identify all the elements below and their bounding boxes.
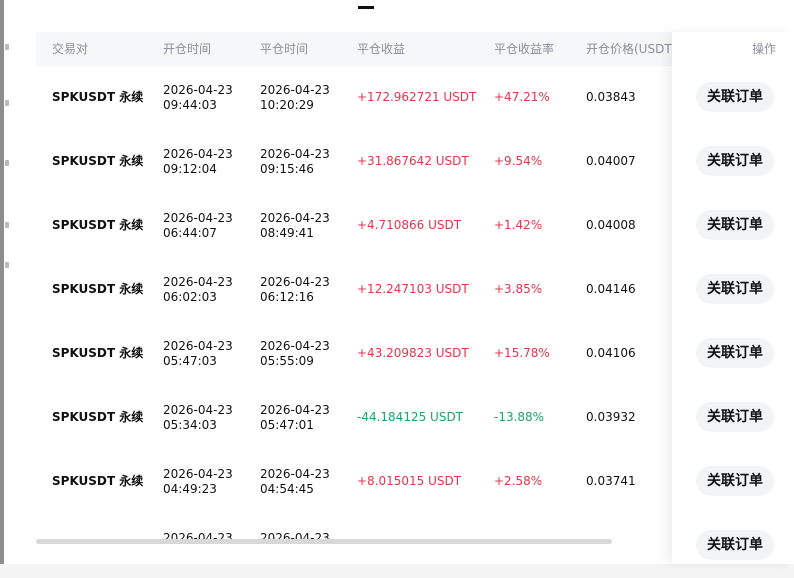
open-time-cell: 05:47:03: [163, 354, 217, 368]
open-price-cell: 0.03741: [586, 474, 636, 488]
close-date-cell: 2026-04-23: [260, 211, 330, 225]
close-date-cell: 2026-04-23: [260, 467, 330, 481]
open-price-cell: 0.04146: [586, 282, 636, 296]
close-time-cell: 05:47:01: [260, 418, 314, 432]
open-time-cell: 09:44:03: [163, 98, 217, 112]
related-order-button[interactable]: 关联订单: [696, 530, 774, 560]
pnl-rate-cell: +47.21%: [494, 90, 550, 104]
open-date-cell: 2026-04-23: [163, 275, 233, 289]
header-open-price: 开仓价格(USDT): [586, 42, 677, 56]
pnl-rate-cell: +1.42%: [494, 218, 543, 232]
related-order-button[interactable]: 关联订单: [696, 210, 774, 240]
close-date-cell: 2026-04-23: [260, 339, 330, 353]
open-time-cell: 04:49:23: [163, 482, 217, 496]
pnl-rate-cell: +3.85%: [494, 282, 543, 296]
close-time-cell: 08:49:41: [260, 226, 314, 240]
close-time-cell: 09:15:46: [260, 162, 314, 176]
header-action: 操作: [752, 42, 777, 56]
pair-cell: SPKUSDT 永续: [52, 218, 144, 232]
pnl-cell: -44.184125 USDT: [357, 410, 464, 424]
close-date-cell: 2026-04-23: [260, 275, 330, 289]
pnl-cell: +4.710866 USDT: [357, 218, 462, 232]
pair-cell: SPKUSDT 永续: [52, 154, 144, 168]
related-order-button[interactable]: 关联订单: [696, 338, 774, 368]
open-time-cell: 06:44:07: [163, 226, 217, 240]
pair-cell: SPKUSDT 永续: [52, 474, 144, 488]
open-time-cell: 09:12:04: [163, 162, 217, 176]
close-time-cell: 04:54:45: [260, 482, 314, 496]
pair-cell: SPKUSDT 永续: [52, 90, 144, 104]
pair-cell: SPKUSDT 永续: [52, 282, 144, 296]
open-price-cell: 0.04008: [586, 218, 636, 232]
open-date-cell: 2026-04-23: [163, 467, 233, 481]
pnl-rate-cell: +9.54%: [494, 154, 543, 168]
open-date-cell: 2026-04-23: [163, 403, 233, 417]
close-date-cell: 2026-04-23: [260, 147, 330, 161]
open-time-cell: 06:02:03: [163, 290, 217, 304]
open-price-cell: 0.04106: [586, 346, 636, 360]
pair-cell: SPKUSDT 永续: [52, 346, 144, 360]
close-time-cell: 10:20:29: [260, 98, 314, 112]
action-column: 操作 关联订单 关联订单 关联订单 关联订单 关联订单 关联订单 关联订单 关联订单: [672, 32, 794, 564]
horizontal-scrollbar[interactable]: [36, 539, 612, 544]
pnl-cell: +31.867642 USDT: [357, 154, 469, 168]
pair-cell: SPKUSDT 永续: [52, 410, 144, 424]
open-price-cell: 0.03843: [586, 90, 636, 104]
open-time-cell: 05:34:03: [163, 418, 217, 432]
related-order-button[interactable]: 关联订单: [696, 146, 774, 176]
open-date-cell: 2026-04-23: [163, 83, 233, 97]
pnl-rate-cell: +15.78%: [494, 346, 550, 360]
pnl-rate-cell: -13.88%: [494, 410, 545, 424]
pnl-cell: +43.209823 USDT: [357, 346, 469, 360]
pnl-rate-cell: +2.58%: [494, 474, 543, 488]
header-pair: 交易对: [52, 42, 89, 56]
related-order-button[interactable]: 关联订单: [696, 82, 774, 112]
header-pnl: 平仓收益: [357, 42, 406, 56]
drag-handle[interactable]: [358, 6, 374, 9]
background-page-glyph: [5, 44, 9, 50]
header-open-time: 开仓时间: [163, 42, 212, 56]
close-time-cell: 06:12:16: [260, 290, 314, 304]
related-order-button[interactable]: 关联订单: [696, 402, 774, 432]
close-time-cell: 05:55:09: [260, 354, 314, 368]
pnl-cell: +8.015015 USDT: [357, 474, 462, 488]
header-close-time: 平仓时间: [260, 42, 309, 56]
header-pnl-rate: 平仓收益率: [494, 42, 555, 56]
open-price-cell: 0.03932: [586, 410, 636, 424]
pnl-cell: +12.247103 USDT: [357, 282, 469, 296]
open-date-cell: 2026-04-23: [163, 147, 233, 161]
open-date-cell: 2026-04-23: [163, 211, 233, 225]
close-date-cell: 2026-04-23: [260, 83, 330, 97]
related-order-button[interactable]: 关联订单: [696, 274, 774, 304]
open-date-cell: 2026-04-23: [163, 339, 233, 353]
related-order-button[interactable]: 关联订单: [696, 466, 774, 496]
close-date-cell: 2026-04-23: [260, 403, 330, 417]
open-price-cell: 0.04007: [586, 154, 636, 168]
pnl-cell: +172.962721 USDT: [357, 90, 477, 104]
